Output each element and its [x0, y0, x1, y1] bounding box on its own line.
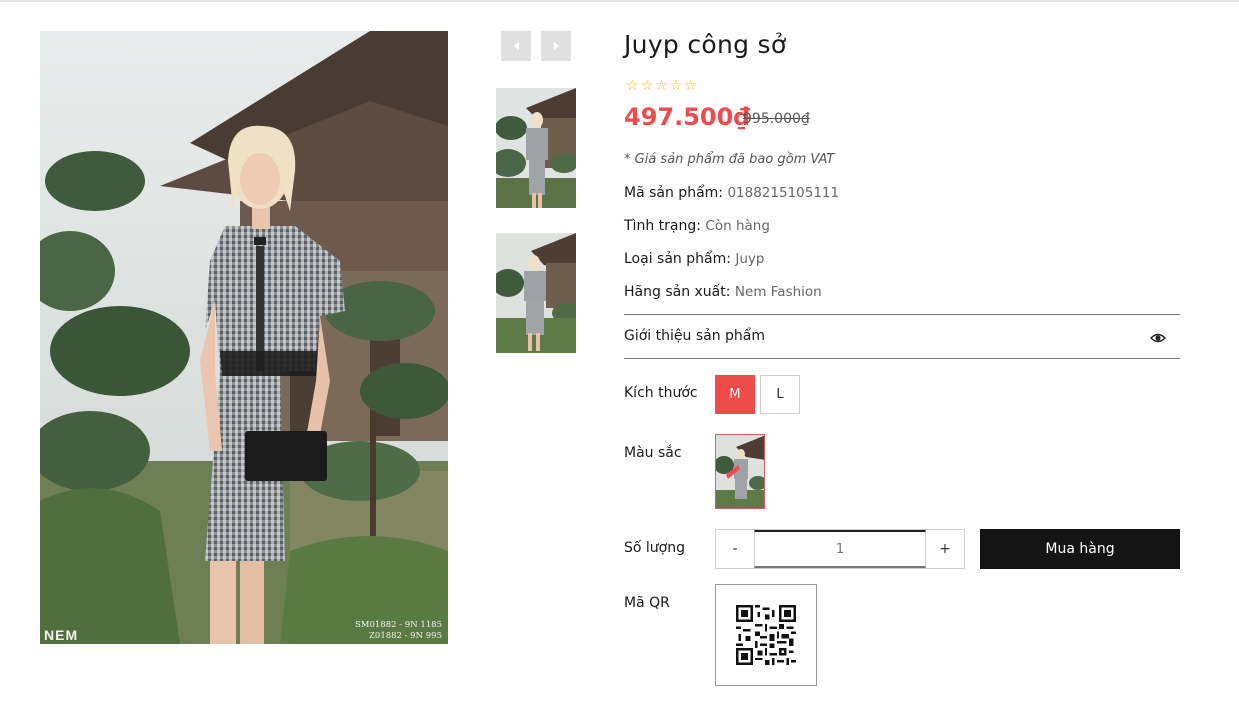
buy-button[interactable]: Mua hàng [980, 529, 1180, 569]
main-product-photo[interactable]: SM01882 - 9N 1185 Z01882 - 9N 995 NEM [40, 31, 448, 644]
quantity-decrease-button[interactable]: - [716, 530, 754, 568]
sku-row: Mã sản phẩm: 0188215105111 [624, 185, 839, 201]
size-option-m[interactable]: M [715, 375, 755, 414]
quantity-increase-button[interactable]: + [926, 530, 964, 568]
sku-label: Mã sản phẩm: [624, 185, 723, 201]
size-option-l[interactable]: L [760, 375, 800, 414]
size-label: Kích thước [624, 385, 698, 401]
product-photo-illustration [40, 31, 448, 644]
top-divider [0, 0, 1239, 2]
product-intro-toggle[interactable]: Giới thiệu sản phẩm [624, 314, 1180, 359]
star-icon[interactable]: ☆ [641, 78, 654, 94]
color-swatch[interactable] [715, 434, 765, 509]
photo-code-line-2: Z01882 - 9N 995 [369, 631, 442, 641]
quantity-stepper: - + [715, 529, 965, 569]
status-value: Còn hàng [705, 218, 770, 234]
brand-row: Hãng sản xuất: Nem Fashion [624, 284, 822, 300]
star-icon[interactable]: ☆ [626, 78, 639, 94]
eye-icon [1150, 333, 1166, 343]
type-row: Loại sản phẩm: Juyp [624, 251, 765, 267]
color-label: Màu sắc [624, 445, 682, 461]
status-row: Tình trạng: Còn hàng [624, 218, 770, 234]
brand-label: Hãng sản xuất: [624, 284, 731, 300]
original-price: 995.000₫ [743, 111, 810, 127]
quantity-input[interactable] [754, 530, 926, 568]
caret-left-icon [513, 42, 519, 50]
status-label: Tình trạng: [624, 218, 701, 234]
qr-code-icon [736, 605, 796, 665]
product-intro-label: Giới thiệu sản phẩm [624, 328, 766, 344]
star-icon[interactable]: ☆ [655, 78, 668, 94]
thumbnail-illustration-2 [496, 233, 576, 353]
star-icon[interactable]: ☆ [684, 78, 697, 94]
quantity-label: Số lượng [624, 540, 685, 556]
vat-note: * Giá sản phẩm đã bao gồm VAT [624, 152, 835, 167]
product-title: Juyp công sở [624, 30, 787, 59]
qr-label: Mã QR [624, 595, 670, 611]
sale-price: 497.500₫ [624, 103, 751, 131]
caret-right-icon [553, 42, 559, 50]
star-icon[interactable]: ☆ [670, 78, 683, 94]
photo-code-text: SM01882 - 9N 1185 Z01882 - 9N 995 [355, 620, 442, 642]
rating-stars[interactable]: ☆ ☆ ☆ ☆ ☆ [626, 78, 697, 94]
color-swatch-illustration [716, 435, 764, 508]
product-thumbnail-1[interactable] [496, 88, 576, 208]
qr-code-box [715, 584, 817, 686]
thumbnail-prev-button[interactable] [501, 31, 531, 61]
sku-value: 0188215105111 [727, 185, 840, 201]
thumbnail-illustration-1 [496, 88, 576, 208]
type-value[interactable]: Juyp [735, 251, 764, 267]
product-thumbnail-2[interactable] [496, 233, 576, 353]
brand-value[interactable]: Nem Fashion [735, 284, 822, 300]
thumbnail-next-button[interactable] [541, 31, 571, 61]
type-label: Loại sản phẩm: [624, 251, 731, 267]
nem-logo: NEM [44, 627, 79, 643]
photo-code-line-1: SM01882 - 9N 1185 [354, 620, 442, 630]
